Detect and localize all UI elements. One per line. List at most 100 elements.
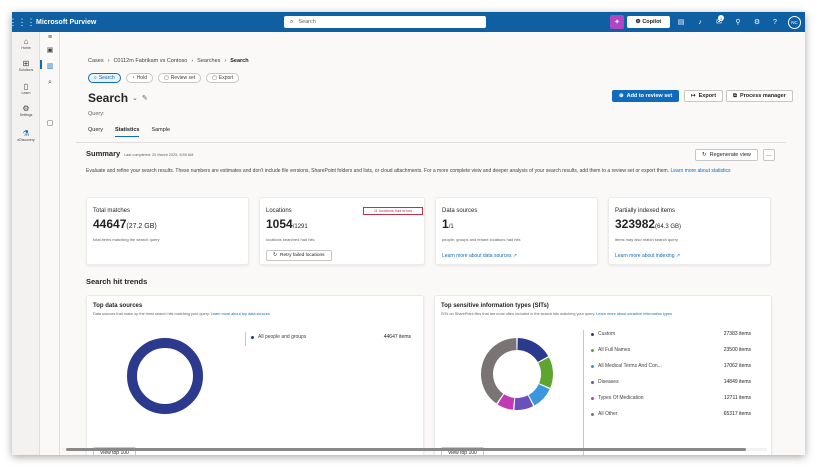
top-sits-link[interactable]: Learn more about sensitive information t… [596,312,672,316]
app-window: ⋮⋮⋮ Microsoft Purview ⌕ Search ✦ ❂ Copil… [12,12,805,455]
breadcrumb-case[interactable]: C0112m Fabrikam vs Contoso [113,58,187,64]
workflow-pills: ⌕ Search ◔ Hold ▢ Review set ▢ Export [88,73,240,83]
pill-review-set[interactable]: ▢ Review set [157,73,202,83]
breadcrumb-cases[interactable]: Cases [88,58,104,64]
rail-learn[interactable]: ▯ Learn [12,82,40,95]
rail-settings[interactable]: ⚙ Settings [12,104,40,117]
donut-segment-types-of-medication[interactable] [497,394,515,410]
chevron-down-icon[interactable]: ⌄ [132,94,138,102]
ediscovery-nav-icon[interactable]: ▥ [40,62,60,70]
pill-export-label: Export [218,75,234,81]
data-sources-label: Data sources [442,208,478,214]
tab-list: Query Statistics Sample [88,127,170,137]
legend-item: All people and groups 44647 items [251,334,411,340]
add-to-review-label: Add to review set [626,93,673,99]
data-sources-card: Data sources 1/1 people, groups and tena… [435,197,598,265]
gear-icon[interactable]: ⚙ [751,16,763,28]
retry-failed-locations-button[interactable]: ↻ Retry failed locations [266,250,332,261]
main-content: Cases › C0112m Fabrikam vs Contoso › Searc… [76,32,805,455]
notification-badge: 1 [718,15,724,21]
donut-segment-all-medical-terms-and-con[interactable] [528,383,550,406]
cases-icon[interactable]: ▣ [40,46,60,54]
app-name: Microsoft Purview [36,18,97,26]
learn-more-statistics-link[interactable]: Learn more about statistics [671,168,731,174]
avatar[interactable]: NC [788,16,801,29]
pill-export[interactable]: ▢ Export [206,73,240,83]
document-icon[interactable]: ▢ [40,119,60,127]
donut-segment-all-other[interactable] [481,338,517,404]
pill-hold-label: Hold [136,75,147,81]
process-manager-button-wrap: ⧉ Process manager [726,90,793,102]
regenerate-view-button[interactable]: ↻ Regenerate view [695,149,758,161]
legend-dot [251,335,254,339]
total-matches-label: Total matches [93,208,131,214]
breadcrumb-searches[interactable]: Searches [197,58,220,64]
export-arrow-icon: ↦ [691,93,696,99]
rail-solutions[interactable]: ⊞ Solutions [12,59,40,72]
edit-icon[interactable]: ✎ [142,94,148,102]
app-launcher-icon[interactable]: ⋮⋮⋮ [12,12,36,32]
donut-segment-custom[interactable] [517,338,549,363]
legend-name: All Other [598,411,618,417]
summary-timestamp: Last completed: 20 March 2025, 8:59 AM [124,153,194,157]
nav-search-icon[interactable]: ⌕ [40,79,60,87]
regenerate-wrap: ↻ Regenerate view [695,149,758,161]
data-sources-number: 1 [442,217,449,231]
refresh-icon: ↻ [702,152,707,158]
chevron-right-icon: › [191,58,194,64]
scrollbar-thumb[interactable] [66,448,746,451]
link-icon[interactable]: ⚲ [732,16,744,28]
global-search-input[interactable]: ⌕ Search [284,16,486,28]
learn-icon: ▯ [23,82,29,91]
sits-legend: Custom 27383 items All Full Names 23500 ite… [591,331,751,455]
copilot-button[interactable]: ❂ Copilot [627,16,670,28]
pill-hold[interactable]: ◔ Hold [125,73,153,83]
copilot-icon[interactable]: ✦ [610,15,624,29]
export-label: Export [698,93,717,99]
locations-error-badge[interactable]: 11 locations had errors [363,207,423,215]
legend-name: All people and groups [258,334,307,340]
tab-statistics[interactable]: Statistics [114,127,140,137]
bell-icon[interactable]: ♪ [694,16,706,28]
refresh-icon: ↻ [273,253,278,258]
legend-name: All Full Names [598,347,631,353]
data-sources-link[interactable]: Learn more about data sources ↗ [442,253,517,259]
export-button[interactable]: ↦ Export [684,90,724,102]
partially-indexed-number: 323982 [615,217,656,231]
export-button-wrap: ↦ Export [684,90,724,102]
pill-review-label: Review set [170,75,196,81]
feed-icon[interactable]: ▤ [675,16,687,28]
legend-item: All Full Names 23500 items [591,347,751,353]
horizontal-scrollbar[interactable] [62,448,767,451]
top-sits-panel: Top sensitive information types (SITs) S… [434,295,772,455]
partially-indexed-value: 323982(64.3 GB) [615,217,681,231]
indexing-link[interactable]: Learn more about indexing ↗ [615,253,680,259]
top-data-sources-panel: Top data sources Data sources that make … [86,295,424,455]
partially-indexed-card: Partially indexed items 323982(64.3 GB) … [608,197,771,265]
locations-label: Locations [266,208,292,214]
donut-segment-all-full-names[interactable] [538,357,553,388]
ediscovery-icon: ⚗ [22,129,30,138]
rail-ediscovery[interactable]: ⚗ eDiscovery [12,129,40,142]
donut-segment-diseases[interactable] [514,395,534,410]
total-matches-size: (27.2 GB) [126,223,157,230]
partially-indexed-size: (64.3 GB) [655,224,682,230]
locations-card: Locations 11 locations had errors 1054/1… [259,197,425,265]
search-hit-trends-heading: Search hit trends [86,277,148,286]
top-data-sources-link[interactable]: Learn more about top data sources [211,312,270,316]
add-to-review-set-button[interactable]: ⊕ Add to review set [612,90,680,102]
legend-name: All Medical Terms And Con... [598,363,662,369]
tab-query[interactable]: Query [88,127,103,137]
help-icon[interactable]: ? [769,16,781,28]
more-options-icon[interactable]: … [763,149,775,161]
hamburger-icon[interactable]: ≡ [40,34,60,41]
indexing-link-text: Learn more about indexing [615,253,675,259]
locations-value: 1054/1291 [266,217,308,231]
rail-home[interactable]: ⌂ Home [12,37,40,50]
legend-value: 23500 items [723,347,751,353]
tab-sample[interactable]: Sample [151,127,170,137]
process-manager-button[interactable]: ⧉ Process manager [726,90,793,102]
pill-search[interactable]: ⌕ Search [88,73,121,83]
legend-value: 65317 items [723,411,751,417]
home-icon: ⌂ [23,37,29,46]
